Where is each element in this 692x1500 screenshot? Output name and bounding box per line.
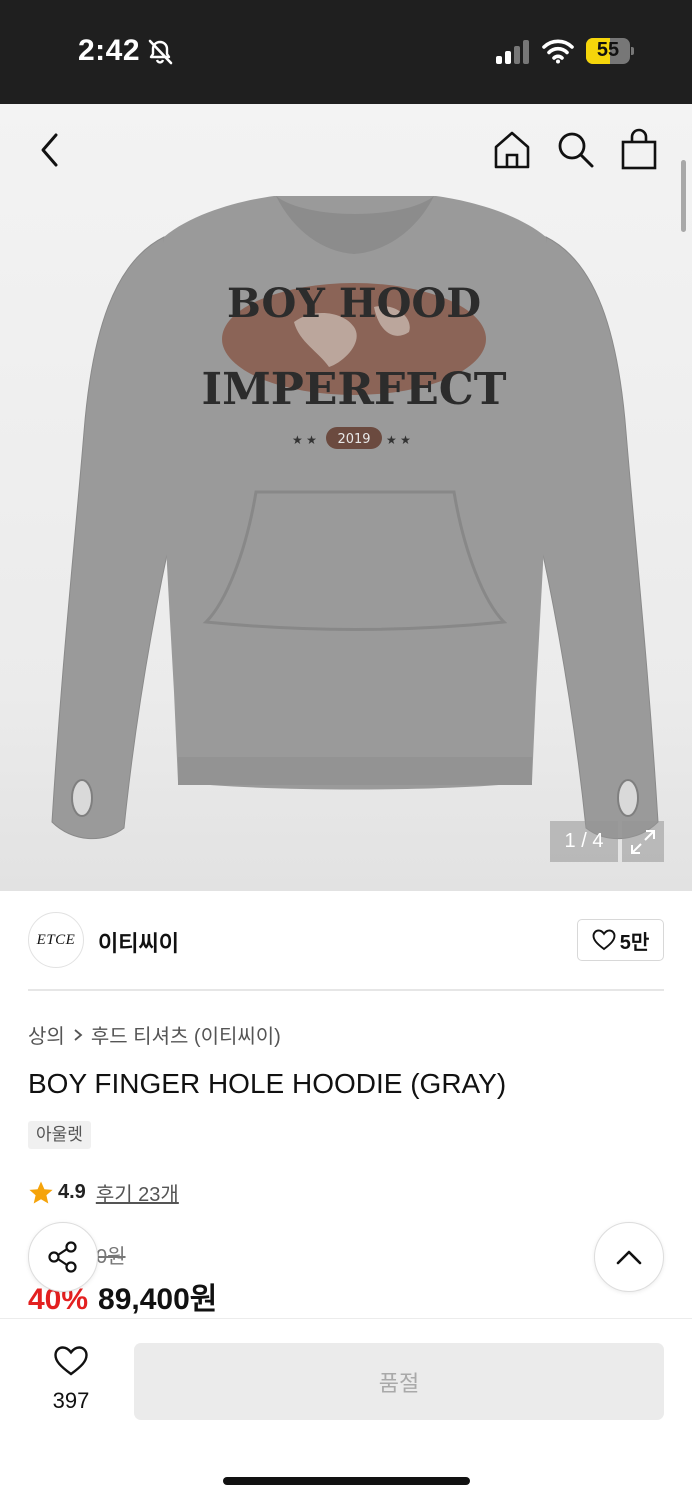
battery-icon: 55 (586, 38, 634, 64)
brand-like-count: 5만 (619, 931, 650, 954)
brand-logo[interactable]: ETCE (28, 912, 84, 968)
chevron-right-icon (74, 1028, 83, 1041)
scroll-indicator[interactable] (681, 160, 686, 232)
home-icon[interactable] (492, 130, 532, 170)
status-time: 2:42 (78, 34, 141, 67)
product-title: BOY FINGER HOLE HOODIE (GRAY) (28, 1068, 507, 1099)
review-link[interactable]: 후기 23개 (96, 1178, 179, 1207)
print-line1: BOY HOOD (227, 280, 481, 327)
svg-text:★ ★: ★ ★ (386, 433, 411, 447)
brand-name[interactable]: 이티씨이 (98, 926, 179, 958)
bell-slash-icon (148, 39, 173, 65)
battery-level: 55 (596, 39, 620, 61)
search-icon[interactable] (556, 130, 596, 170)
breadcrumb-subcategory[interactable]: 후드 티셔츠 (이티씨이) (91, 1020, 281, 1049)
sold-out-button[interactable]: 품절 (134, 1343, 664, 1420)
star-icon (29, 1181, 53, 1203)
wish-count: 397 (52, 1388, 90, 1413)
original-price: 0원 (96, 1246, 126, 1268)
status-bar: 2:42 55 (0, 0, 692, 104)
share-icon (48, 1241, 77, 1273)
breadcrumb: 상의 후드 티셔츠 (이티씨이) (28, 1020, 281, 1049)
image-counter: 1 / 4 (550, 821, 618, 862)
hoodie-left-sleeve (51, 236, 175, 840)
scroll-top-button[interactable] (594, 1222, 664, 1292)
product-page: 2:42 55 BOY HOOD IMPERFECT 2019 ★ ★ ★ ★ … (0, 0, 692, 1500)
rating-row: 4.9 후기 23개 (28, 1178, 179, 1207)
brand-row[interactable]: ETCE 이티씨이 5만 (28, 912, 664, 970)
signal-icon (496, 40, 529, 64)
share-button[interactable] (28, 1222, 98, 1292)
divider (28, 989, 664, 991)
hoodie-right-sleeve (535, 236, 659, 840)
product-gallery[interactable]: BOY HOOD IMPERFECT 2019 ★ ★ ★ ★ 1 / 4 (0, 104, 692, 891)
rating-value: 4.9 (58, 1181, 86, 1203)
hoodie-image: BOY HOOD IMPERFECT 2019 ★ ★ ★ ★ (51, 196, 659, 840)
breadcrumb-category[interactable]: 상의 (28, 1020, 65, 1049)
shopping-bag-icon[interactable] (620, 128, 658, 170)
heart-icon (54, 1346, 88, 1376)
sale-price: 89,400원 (98, 1283, 218, 1316)
home-indicator (223, 1477, 470, 1485)
chevron-up-icon (616, 1250, 642, 1265)
svg-text:★ ★: ★ ★ (292, 433, 317, 447)
expand-icon (631, 829, 655, 854)
print-year: 2019 (337, 432, 370, 447)
wish-button[interactable]: 397 (36, 1345, 106, 1414)
heart-icon (592, 929, 616, 951)
expand-button[interactable] (622, 821, 664, 862)
wifi-icon (542, 39, 574, 64)
back-icon[interactable] (36, 132, 66, 168)
outlet-tag: 아울렛 (28, 1121, 91, 1149)
brand-like-button[interactable]: 5만 (577, 919, 664, 961)
print-line2: IMPERFECT (201, 364, 506, 415)
bottom-action-bar: 397 품절 (0, 1318, 692, 1500)
